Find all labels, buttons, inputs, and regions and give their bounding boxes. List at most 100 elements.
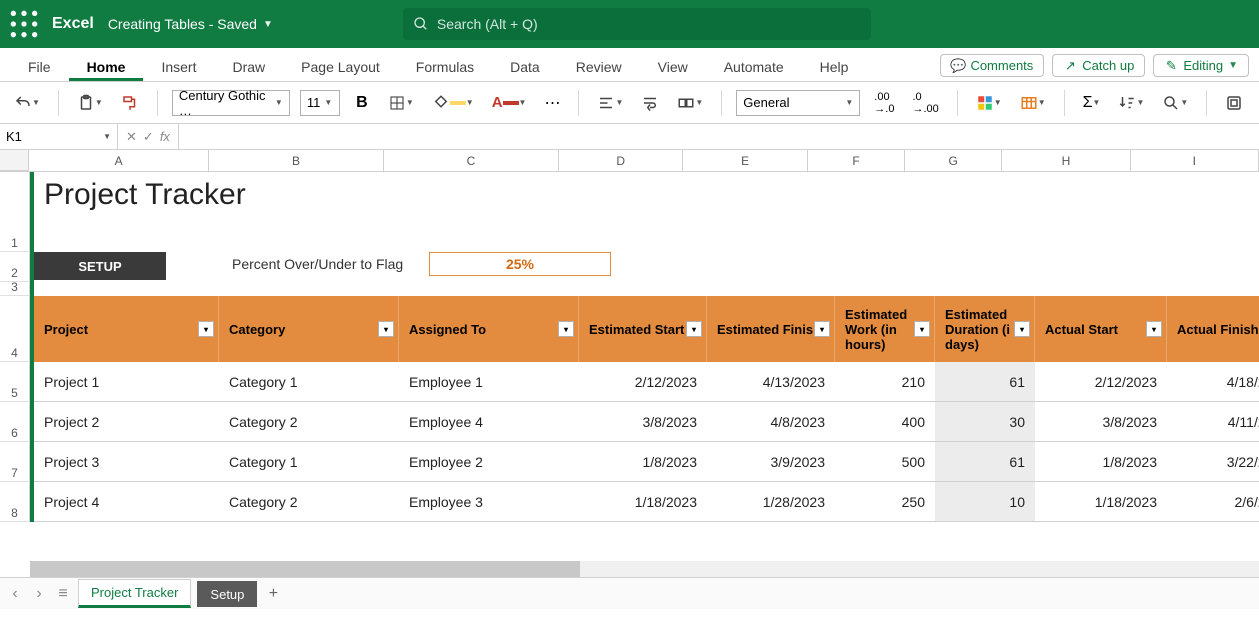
tab-view[interactable]: View xyxy=(640,52,706,81)
comments-button[interactable]: 💬Comments xyxy=(940,54,1044,77)
col-header-d[interactable]: D xyxy=(559,150,683,171)
format-table-button[interactable]: ▼ xyxy=(1016,89,1050,117)
tab-home[interactable]: Home xyxy=(69,52,144,81)
scrollbar-thumb[interactable] xyxy=(30,561,580,577)
setup-badge[interactable]: SETUP xyxy=(34,252,166,280)
borders-button[interactable]: ▼ xyxy=(384,89,418,117)
cell-assigned[interactable]: Employee 4 xyxy=(399,402,579,442)
wrap-text-button[interactable] xyxy=(637,89,663,117)
tab-review[interactable]: Review xyxy=(558,52,640,81)
cell-category[interactable]: Category 1 xyxy=(219,442,399,482)
filter-icon[interactable]: ▾ xyxy=(814,321,830,337)
cell-project[interactable]: Project 2 xyxy=(34,402,219,442)
cell-est-start[interactable]: 1/18/2023 xyxy=(579,482,707,522)
formula-input[interactable] xyxy=(179,124,1259,149)
name-box[interactable]: K1▼ xyxy=(0,124,118,149)
th-act-start[interactable]: Actual Start▾ xyxy=(1035,296,1167,362)
cell-act-finish[interactable]: 4/18/2023 xyxy=(1167,362,1259,402)
th-est-work[interactable]: Estimated Work (in hours)▾ xyxy=(835,296,935,362)
undo-button[interactable]: ▼ xyxy=(10,89,44,117)
cell-category[interactable]: Category 2 xyxy=(219,482,399,522)
fx-icon[interactable]: fx xyxy=(160,129,170,144)
bold-button[interactable]: B xyxy=(350,89,374,117)
table-row[interactable]: Project 2 Category 2 Employee 4 3/8/2023… xyxy=(34,402,1259,442)
sheet-next-icon[interactable]: › xyxy=(30,585,48,603)
th-assigned[interactable]: Assigned To▾ xyxy=(399,296,579,362)
cell-work[interactable]: 500 xyxy=(835,442,935,482)
cell-assigned[interactable]: Employee 1 xyxy=(399,362,579,402)
col-header-e[interactable]: E xyxy=(683,150,807,171)
tab-data[interactable]: Data xyxy=(492,52,558,81)
filter-icon[interactable]: ▾ xyxy=(378,321,394,337)
sheet-prev-icon[interactable]: ‹ xyxy=(6,585,24,603)
select-all-corner[interactable] xyxy=(0,150,29,171)
cell-project[interactable]: Project 4 xyxy=(34,482,219,522)
paste-button[interactable]: ▼ xyxy=(73,89,107,117)
font-color-button[interactable]: A▼ xyxy=(488,89,531,117)
tab-formulas[interactable]: Formulas xyxy=(398,52,492,81)
search-input[interactable]: Search (Alt + Q) xyxy=(403,8,871,40)
cell-dur[interactable]: 61 xyxy=(935,442,1035,482)
more-font-button[interactable]: ⋯ xyxy=(540,89,564,117)
addins-button[interactable] xyxy=(1221,89,1247,117)
row-header-8[interactable]: 8 xyxy=(0,482,30,522)
row-header-2[interactable]: 2 xyxy=(0,252,30,282)
tab-draw[interactable]: Draw xyxy=(214,52,283,81)
row-header-5[interactable]: 5 xyxy=(0,362,30,402)
cell-category[interactable]: Category 1 xyxy=(219,362,399,402)
cell-est-finish[interactable]: 4/8/2023 xyxy=(707,402,835,442)
col-header-a[interactable]: A xyxy=(29,150,209,171)
cell-act-finish[interactable]: 4/11/2023 xyxy=(1167,402,1259,442)
table-row[interactable]: Project 3 Category 1 Employee 2 1/8/2023… xyxy=(34,442,1259,482)
cell-est-start[interactable]: 2/12/2023 xyxy=(579,362,707,402)
align-button[interactable]: ▼ xyxy=(593,89,627,117)
sheet-tab-project-tracker[interactable]: Project Tracker xyxy=(78,579,191,608)
add-sheet-button[interactable]: + xyxy=(263,585,283,603)
tab-automate[interactable]: Automate xyxy=(706,52,802,81)
cell-work[interactable]: 250 xyxy=(835,482,935,522)
filter-icon[interactable]: ▾ xyxy=(914,321,930,337)
col-header-g[interactable]: G xyxy=(905,150,1002,171)
cell-act-finish[interactable]: 3/22/2023 xyxy=(1167,442,1259,482)
col-header-f[interactable]: F xyxy=(808,150,905,171)
row-header-7[interactable]: 7 xyxy=(0,442,30,482)
format-painter-button[interactable] xyxy=(117,89,143,117)
number-format-combo[interactable]: General▼ xyxy=(736,90,860,116)
row-header-3[interactable]: 3 xyxy=(0,282,30,296)
tab-help[interactable]: Help xyxy=(802,52,867,81)
merge-button[interactable]: ▼ xyxy=(673,89,707,117)
flag-value-cell[interactable]: 25% xyxy=(429,252,611,276)
table-row[interactable]: Project 4 Category 2 Employee 3 1/18/202… xyxy=(34,482,1259,522)
filter-icon[interactable]: ▾ xyxy=(1146,321,1162,337)
app-launcher-icon[interactable] xyxy=(8,8,40,40)
conditional-format-button[interactable]: ▼ xyxy=(972,89,1006,117)
font-size-combo[interactable]: 11▼ xyxy=(300,90,340,116)
cell-assigned[interactable]: Employee 2 xyxy=(399,442,579,482)
horizontal-scrollbar[interactable] xyxy=(30,561,1259,577)
sort-filter-button[interactable]: ▼ xyxy=(1114,89,1148,117)
cancel-icon[interactable]: ✕ xyxy=(126,129,137,145)
autosum-button[interactable]: Σ▼ xyxy=(1079,89,1105,117)
cell-est-start[interactable]: 3/8/2023 xyxy=(579,402,707,442)
cell-est-finish[interactable]: 4/13/2023 xyxy=(707,362,835,402)
confirm-icon[interactable]: ✓ xyxy=(143,129,154,145)
filter-icon[interactable]: ▾ xyxy=(686,321,702,337)
tab-insert[interactable]: Insert xyxy=(143,52,214,81)
row-header-6[interactable]: 6 xyxy=(0,402,30,442)
th-category[interactable]: Category▾ xyxy=(219,296,399,362)
th-project[interactable]: Project▾ xyxy=(34,296,219,362)
cell-dur[interactable]: 30 xyxy=(935,402,1035,442)
cell-act-start[interactable]: 3/8/2023 xyxy=(1035,402,1167,442)
col-header-c[interactable]: C xyxy=(384,150,559,171)
cell-act-finish[interactable]: 2/6/2023 xyxy=(1167,482,1259,522)
font-family-combo[interactable]: Century Gothic …▼ xyxy=(172,90,290,116)
cell-dur[interactable]: 10 xyxy=(935,482,1035,522)
tab-page-layout[interactable]: Page Layout xyxy=(283,52,398,81)
sheet-list-icon[interactable]: ≡ xyxy=(54,585,72,603)
cell-assigned[interactable]: Employee 3 xyxy=(399,482,579,522)
th-est-start[interactable]: Estimated Start▾ xyxy=(579,296,707,362)
col-header-h[interactable]: H xyxy=(1002,150,1130,171)
tab-file[interactable]: File xyxy=(10,52,69,81)
find-button[interactable]: ▼ xyxy=(1158,89,1192,117)
filter-icon[interactable]: ▾ xyxy=(1014,321,1030,337)
